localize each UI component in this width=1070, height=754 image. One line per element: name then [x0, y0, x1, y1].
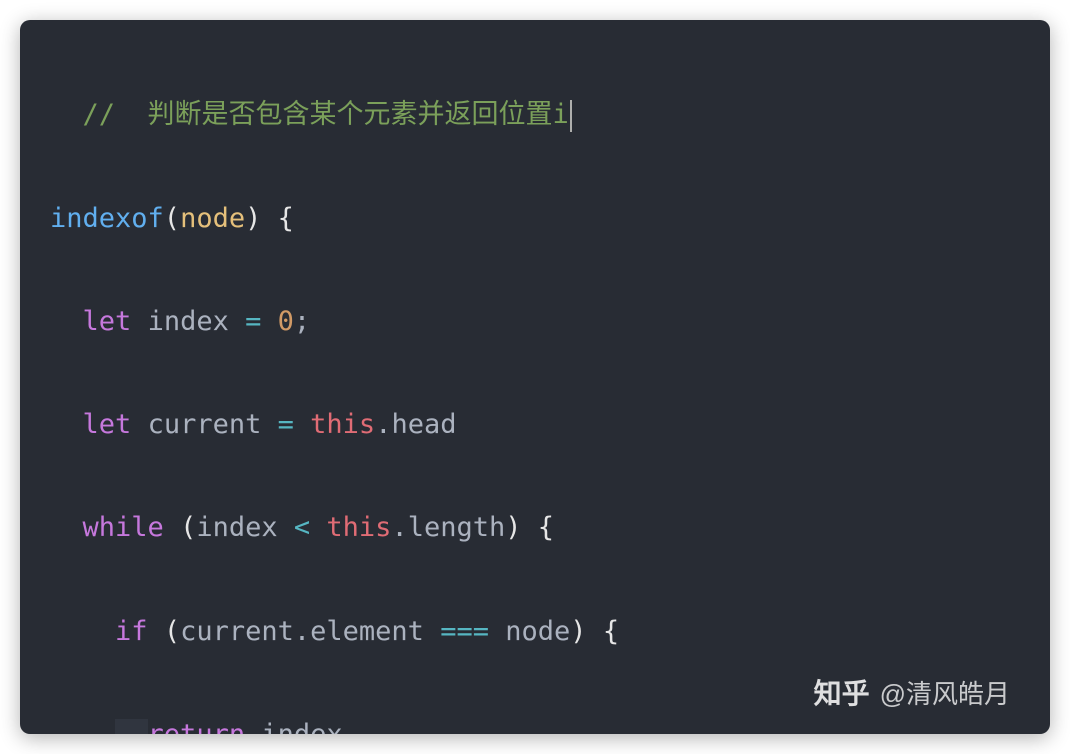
zhihu-logo-icon: 知乎 [814, 672, 870, 712]
this-keyword: this [310, 409, 375, 440]
code-line: // 判断是否包含某个元素并返回位置i [50, 89, 1050, 141]
while-keyword: while [83, 512, 164, 543]
code-line: return index [50, 709, 1050, 734]
cursor-icon [570, 100, 572, 132]
let-keyword: let [83, 306, 132, 337]
code-line: let index = 0; [50, 296, 1050, 348]
code-content[interactable]: // 判断是否包含某个元素并返回位置i indexof(node) { let … [50, 38, 1050, 734]
watermark-author: @清风皓月 [880, 674, 1010, 711]
if-keyword: if [115, 616, 148, 647]
code-line: indexof(node) { [50, 193, 1050, 245]
code-line: if (current.element === node) { [50, 606, 1050, 658]
code-editor-window: // 判断是否包含某个元素并返回位置i indexof(node) { let … [20, 20, 1050, 734]
let-keyword: let [83, 409, 132, 440]
param-name: node [180, 203, 245, 234]
this-keyword: this [326, 512, 391, 543]
comment-text: // 判断是否包含某个元素并返回位置i [83, 99, 569, 130]
code-line: let current = this.head [50, 399, 1050, 451]
number-literal: 0 [278, 306, 294, 337]
return-keyword: return [148, 719, 246, 734]
function-name: indexof [50, 203, 164, 234]
code-line: while (index < this.length) { [50, 502, 1050, 554]
watermark: 知乎 @清风皓月 [814, 672, 1010, 712]
